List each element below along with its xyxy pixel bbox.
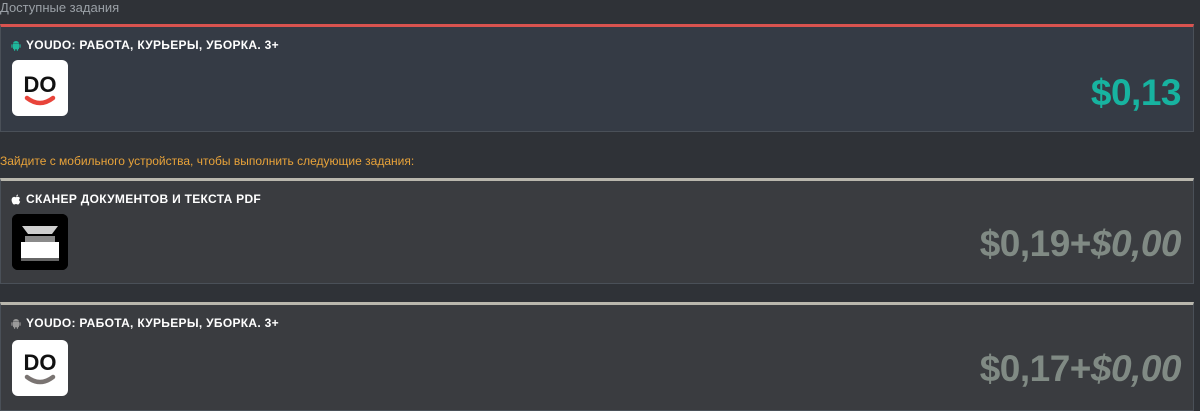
youdo-logo-text: DO — [24, 350, 57, 375]
price-bonus: $0,00 — [1090, 223, 1182, 264]
task-card-youdo-mobile[interactable]: YOUDO: РАБОТА, КУРЬЕРЫ, УБОРКА. 3+ DO $0… — [0, 302, 1194, 411]
android-icon — [11, 318, 21, 329]
price-main: $0,17+ — [979, 348, 1092, 389]
apple-icon — [11, 194, 21, 205]
task-price: $0,17+$0,00 — [979, 348, 1182, 390]
scanner-app-logo — [12, 214, 68, 270]
task-card-scanner[interactable]: СКАНЕР ДОКУМЕНТОВ И ТЕКСТА PDF $0,19+$0,… — [0, 178, 1194, 284]
section-title: Доступные задания — [0, 0, 120, 15]
youdo-app-logo: DO — [12, 340, 68, 396]
youdo-logo-text: DO — [24, 72, 57, 97]
task-title: YOUDO: РАБОТА, КУРЬЕРЫ, УБОРКА. 3+ — [11, 316, 279, 330]
task-card-youdo[interactable]: YOUDO: РАБОТА, КУРЬЕРЫ, УБОРКА. 3+ DO $0… — [0, 24, 1194, 132]
task-title-text: СКАНЕР ДОКУМЕНТОВ И ТЕКСТА PDF — [26, 192, 262, 206]
price-main: $0,19+ — [979, 223, 1092, 264]
task-title-text: YOUDO: РАБОТА, КУРЬЕРЫ, УБОРКА. 3+ — [26, 38, 279, 52]
task-title-text: YOUDO: РАБОТА, КУРЬЕРЫ, УБОРКА. 3+ — [26, 316, 279, 330]
youdo-app-logo: DO — [12, 60, 68, 116]
price-bonus: $0,00 — [1090, 348, 1182, 389]
android-icon — [11, 40, 21, 51]
task-title: СКАНЕР ДОКУМЕНТОВ И ТЕКСТА PDF — [11, 192, 261, 206]
task-title: YOUDO: РАБОТА, КУРЬЕРЫ, УБОРКА. 3+ — [11, 38, 279, 52]
mobile-notice: Зайдите с мобильного устройства, чтобы в… — [0, 154, 415, 168]
task-price: $0,13 — [1090, 72, 1182, 113]
task-price: $0,19+$0,00 — [979, 223, 1182, 265]
